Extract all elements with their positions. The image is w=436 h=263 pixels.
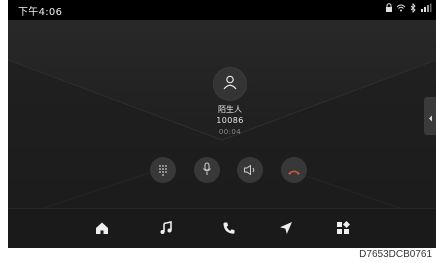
nav-apps[interactable] — [333, 219, 353, 239]
hang-up-button[interactable] — [281, 157, 307, 183]
status-icons — [385, 3, 432, 13]
call-duration: 00:04 — [218, 128, 242, 136]
caller-name: 陌生人 — [218, 105, 242, 114]
status-bar: 下午4:06 — [8, 0, 436, 20]
wifi-icon — [396, 3, 406, 13]
navigation-icon — [279, 220, 293, 239]
microphone-button[interactable] — [194, 157, 220, 183]
nav-music[interactable] — [156, 219, 176, 239]
home-icon — [95, 220, 109, 239]
bluetooth-icon — [409, 3, 417, 13]
side-panel-handle[interactable] — [424, 97, 436, 135]
caller-number: 10086 — [216, 116, 244, 125]
keypad-button[interactable] — [150, 157, 176, 183]
signal-icon — [420, 3, 432, 13]
lock-icon — [385, 3, 393, 13]
music-icon — [159, 220, 173, 239]
head-unit-screen: 下午4:06 陌生人 10086 00:04 — [8, 0, 436, 248]
nav-home[interactable] — [92, 219, 112, 239]
speaker-button[interactable] — [237, 157, 263, 183]
nav-navigation[interactable] — [276, 219, 296, 239]
keypad-icon — [158, 161, 168, 180]
phone-icon — [222, 220, 236, 239]
microphone-icon — [202, 161, 212, 180]
apps-icon — [336, 220, 351, 239]
contact-avatar — [213, 67, 247, 101]
person-icon — [222, 74, 238, 94]
speaker-icon — [243, 161, 257, 180]
bottom-nav-bar — [8, 208, 436, 248]
chevron-left-icon — [428, 107, 433, 126]
nav-phone[interactable] — [219, 219, 239, 239]
image-caption: D7653DCB0761 — [359, 249, 432, 260]
hang-up-icon — [287, 161, 301, 180]
status-time: 下午4:06 — [18, 7, 63, 18]
